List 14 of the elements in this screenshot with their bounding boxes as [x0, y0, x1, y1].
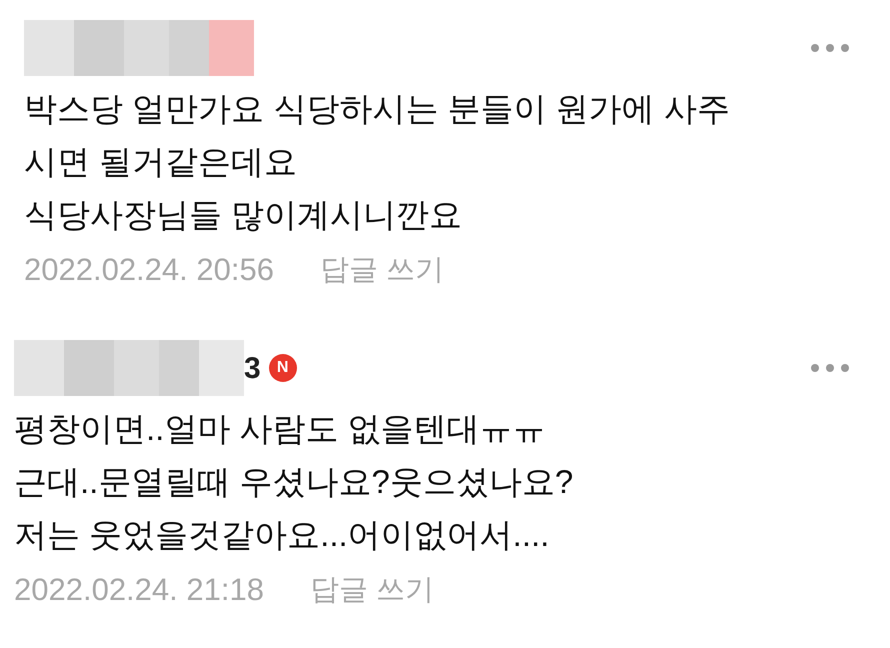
comment-text: 저는 웃었을것같아요...어이없어서....	[14, 515, 550, 555]
more-icon[interactable]	[810, 363, 850, 373]
username-text: 3	[244, 350, 261, 386]
comment-text: 박스당 얼만가요 식당하시는 분들이 원가에 사주	[24, 89, 731, 129]
comment-text: 근대..문열릴때 우셨나요?웃으셨나요?	[14, 462, 574, 502]
comment-text: 식당사장님들 많이계시니깐요	[24, 195, 464, 235]
reply-link[interactable]: 답글 쓰기	[320, 248, 444, 292]
new-badge: N	[268, 354, 297, 382]
reply-link[interactable]: 답글 쓰기	[310, 568, 434, 612]
comment-date: 2022.02.24. 21:18	[14, 571, 264, 609]
comment-text: 평창이면..얼마 사람도 없을텐대ㅠㅠ	[14, 409, 547, 449]
comment-date: 2022.02.24. 20:56	[24, 251, 274, 289]
more-icon[interactable]	[810, 43, 850, 53]
comment-text: 시면 될거같은데요	[24, 142, 298, 182]
